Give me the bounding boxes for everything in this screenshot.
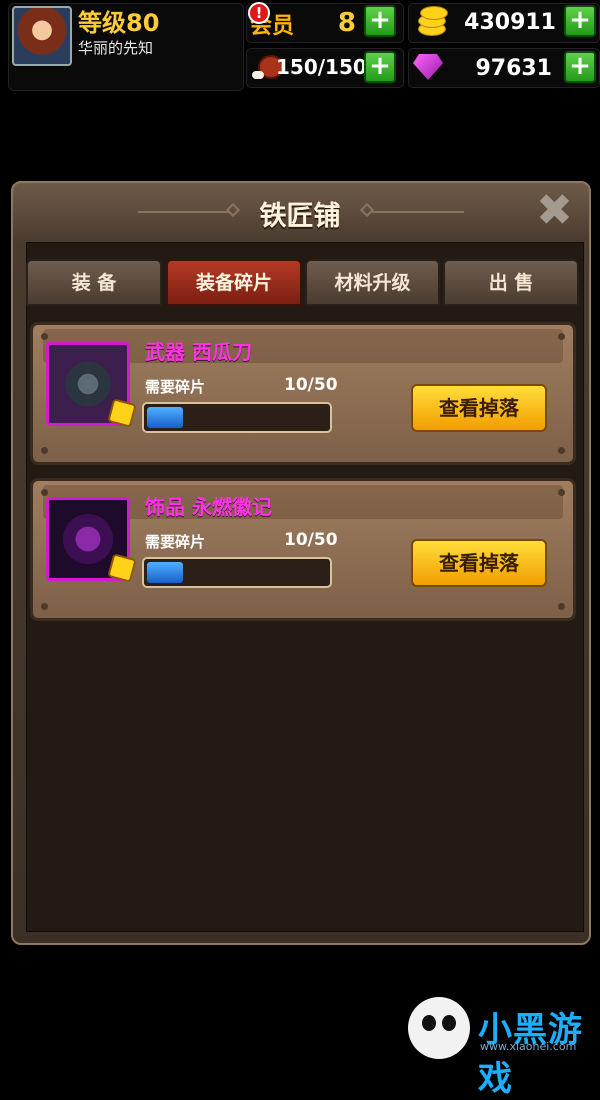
stamina-plus-button[interactable]: + — [364, 51, 396, 83]
tab-equipment[interactable]: 装 备 — [26, 259, 162, 306]
panel-title: 铁匠铺 — [259, 201, 341, 232]
vip-plus-button[interactable]: + — [364, 5, 396, 37]
need-fragments-label: 需要碎片 — [145, 533, 206, 551]
coins-value: 430911 — [464, 10, 556, 35]
rivet — [41, 603, 48, 610]
progress-fill — [147, 562, 183, 583]
rivet — [558, 489, 565, 496]
coins-plus-button[interactable]: + — [564, 5, 596, 37]
stamina-value: 150/150 — [276, 55, 367, 79]
need-fragments-label: 需要碎片 — [145, 378, 206, 396]
tab-sell[interactable]: 出 售 — [443, 259, 579, 306]
rivet — [41, 447, 48, 454]
fragment-count: 10/50 — [284, 530, 338, 550]
player-title: 华丽的先知 — [78, 39, 154, 57]
fragment-progress-bar — [142, 557, 332, 588]
rivet — [41, 333, 48, 340]
player-level: 等级80 — [78, 9, 160, 37]
gold-coin-icon — [414, 6, 448, 36]
tab-material-upgrade[interactable]: 材料升级 — [305, 259, 440, 306]
progress-fill — [147, 407, 183, 428]
rivet — [558, 603, 565, 610]
view-drops-button[interactable]: 查看掉落 — [411, 384, 547, 432]
gems-plus-button[interactable]: + — [564, 51, 596, 83]
vip-level: 8 — [337, 8, 356, 38]
close-icon[interactable]: ✖ — [536, 189, 573, 233]
fragment-progress-bar — [142, 402, 332, 433]
tab-equipment-fragments[interactable]: 装备碎片 — [166, 259, 302, 306]
rivet — [41, 489, 48, 496]
alert-icon[interactable]: ! — [248, 2, 270, 24]
item-name: 饰品 永燃徽记 — [145, 495, 272, 519]
gems-value: 97631 — [475, 56, 552, 81]
player-avatar[interactable] — [12, 6, 72, 66]
rivet — [558, 447, 565, 454]
watermark-url: www.xiaohei.com — [480, 1040, 577, 1053]
panda-logo-icon — [408, 997, 470, 1059]
rivet — [558, 333, 565, 340]
view-drops-button[interactable]: 查看掉落 — [411, 539, 547, 587]
fragment-count: 10/50 — [284, 375, 338, 395]
item-name: 武器 西瓜刀 — [145, 340, 252, 364]
